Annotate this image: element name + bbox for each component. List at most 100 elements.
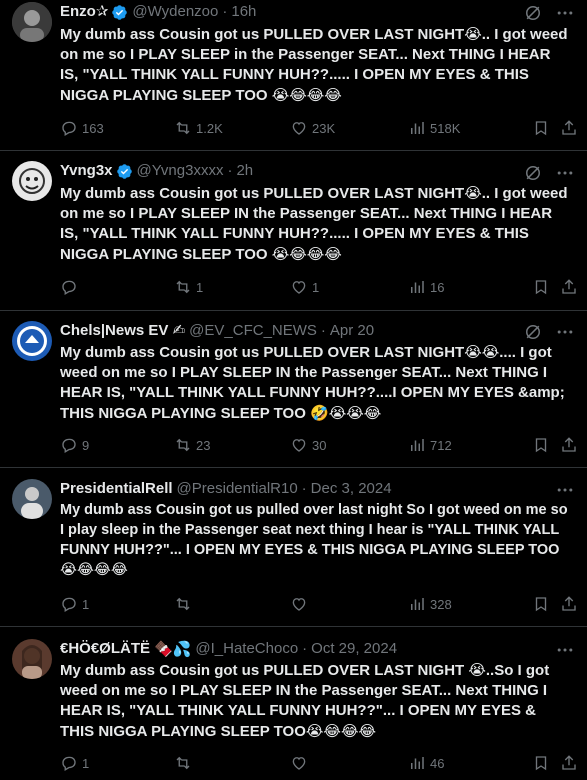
like-button[interactable] <box>290 594 312 614</box>
grok-icon[interactable] <box>523 322 543 342</box>
heart-icon <box>292 122 306 135</box>
timestamp[interactable]: Oct 29, 2024 <box>311 639 397 659</box>
tweet-header: Chels|News EV ✍ @EV_CFC_NEWS · Apr 20 <box>60 321 374 341</box>
repost-button[interactable]: 1.2K <box>174 118 223 138</box>
reply-icon <box>62 280 76 295</box>
avatar[interactable] <box>12 479 52 519</box>
bookmark-button[interactable] <box>532 594 550 614</box>
share-button[interactable] <box>560 435 578 455</box>
repost-button[interactable]: 1 <box>174 277 203 297</box>
grok-icon[interactable] <box>523 3 543 23</box>
bookmark-button[interactable] <box>532 118 550 138</box>
tweet-emojis: 😭 <box>464 184 482 202</box>
bookmark-icon <box>535 756 547 771</box>
display-name[interactable]: PresidentialRell <box>60 479 173 499</box>
tweet[interactable]: PresidentialRell @PresidentialR10 · Dec … <box>0 468 587 627</box>
share-button[interactable] <box>560 277 578 297</box>
like-button[interactable]: 23K <box>290 118 335 138</box>
share-icon <box>562 120 576 135</box>
share-button[interactable] <box>560 118 578 138</box>
views-button[interactable]: 328 <box>408 594 452 614</box>
avatar[interactable] <box>12 639 52 679</box>
tweet-actions: 1 1 16 <box>60 277 578 297</box>
repost-icon <box>176 121 190 135</box>
more-options-icon[interactable] <box>555 163 575 183</box>
verified-badge-icon <box>116 163 132 179</box>
bookmark-button[interactable] <box>532 753 550 773</box>
tweet-actions: 1 46 <box>60 753 578 773</box>
bookmark-icon <box>535 597 547 612</box>
like-button[interactable]: 30 <box>290 435 326 455</box>
handle[interactable]: @EV_CFC_NEWS <box>189 321 317 341</box>
more-options-icon[interactable] <box>555 640 575 660</box>
reply-button[interactable]: 1 <box>60 594 89 614</box>
separator: · <box>227 162 233 179</box>
tweet-actions: 9 23 30 712 <box>60 435 578 455</box>
tweet[interactable]: €HÖ€ØLÄTË 🍫💦 @I_HateChoco · Oct 29, 2024… <box>0 627 587 780</box>
timestamp[interactable]: Apr 20 <box>330 321 374 341</box>
tweet-header: PresidentialRell @PresidentialR10 · Dec … <box>60 479 392 499</box>
tweet[interactable]: Chels|News EV ✍ @EV_CFC_NEWS · Apr 20 My… <box>0 311 587 468</box>
display-name[interactable]: Enzo✰ <box>60 2 108 22</box>
timestamp[interactable]: 16h <box>231 2 256 22</box>
handle[interactable]: @Yvng3xxxx <box>137 161 224 181</box>
more-options-icon[interactable] <box>555 3 575 23</box>
tweet-header: €HÖ€ØLÄTË 🍫💦 @I_HateChoco · Oct 29, 2024 <box>60 639 397 659</box>
like-button[interactable] <box>290 753 312 773</box>
reply-button[interactable]: 1 <box>60 753 89 773</box>
timestamp[interactable]: 2h <box>236 161 253 181</box>
reply-icon <box>62 597 76 612</box>
handle[interactable]: @Wydenzoo <box>132 2 218 22</box>
repost-button[interactable] <box>174 594 196 614</box>
handle[interactable]: @PresidentialR10 <box>177 479 298 499</box>
bookmark-button[interactable] <box>532 277 550 297</box>
share-icon <box>562 755 576 770</box>
separator: · <box>302 640 308 657</box>
timestamp[interactable]: Dec 3, 2024 <box>311 479 392 499</box>
reply-button[interactable] <box>60 277 82 297</box>
repost-button[interactable]: 23 <box>174 435 210 455</box>
avatar[interactable] <box>12 321 52 361</box>
bookmark-icon <box>535 438 547 453</box>
avatar[interactable] <box>12 161 52 201</box>
tweet-emojis: 😭😂😂😂 <box>271 245 342 263</box>
display-name[interactable]: Chels|News EV ✍ <box>60 321 185 341</box>
repost-button[interactable] <box>174 753 196 773</box>
heart-icon <box>292 281 306 294</box>
bookmark-icon <box>535 280 547 295</box>
more-options-icon[interactable] <box>555 322 575 342</box>
reply-button[interactable]: 9 <box>60 435 89 455</box>
verified-badge-icon <box>112 4 128 20</box>
views-button[interactable]: 46 <box>408 753 444 773</box>
views-icon <box>411 122 424 134</box>
tweet-emojis: 😭 <box>468 661 486 679</box>
reply-icon <box>62 438 76 453</box>
share-button[interactable] <box>560 594 578 614</box>
separator: · <box>301 480 307 497</box>
views-icon <box>411 439 424 451</box>
tweet-actions: 1 328 <box>60 594 578 614</box>
tweet-text: My dumb ass Cousin got us PULLED OVER LA… <box>60 661 550 740</box>
grok-icon[interactable] <box>523 163 543 183</box>
repost-icon <box>176 438 190 452</box>
views-button[interactable]: 16 <box>408 277 444 297</box>
tweet-text: My dumb ass Cousin got us PULLED OVER LA… <box>60 343 565 422</box>
share-button[interactable] <box>560 753 578 773</box>
reply-button[interactable]: 163 <box>60 118 104 138</box>
separator: · <box>320 322 326 339</box>
reply-icon <box>62 121 76 136</box>
tweet-emojis: 😭 <box>464 25 482 43</box>
display-name[interactable]: Yvng3x <box>60 161 113 181</box>
like-button[interactable]: 1 <box>290 277 319 297</box>
tweet-emojis: 😭😭 <box>464 343 500 361</box>
views-button[interactable]: 712 <box>408 435 452 455</box>
handle[interactable]: @I_HateChoco <box>195 639 298 659</box>
bookmark-button[interactable] <box>532 435 550 455</box>
tweet[interactable]: Enzo✰ @Wydenzoo · 16h My dumb ass Cousin… <box>0 0 587 151</box>
share-icon <box>562 279 576 294</box>
views-button[interactable]: 518K <box>408 118 460 138</box>
avatar[interactable] <box>12 2 52 42</box>
more-options-icon[interactable] <box>555 480 575 500</box>
display-name[interactable]: €HÖ€ØLÄTË <box>60 639 150 659</box>
tweet[interactable]: Yvng3x @Yvng3xxxx · 2h My dumb ass Cousi… <box>0 151 587 311</box>
